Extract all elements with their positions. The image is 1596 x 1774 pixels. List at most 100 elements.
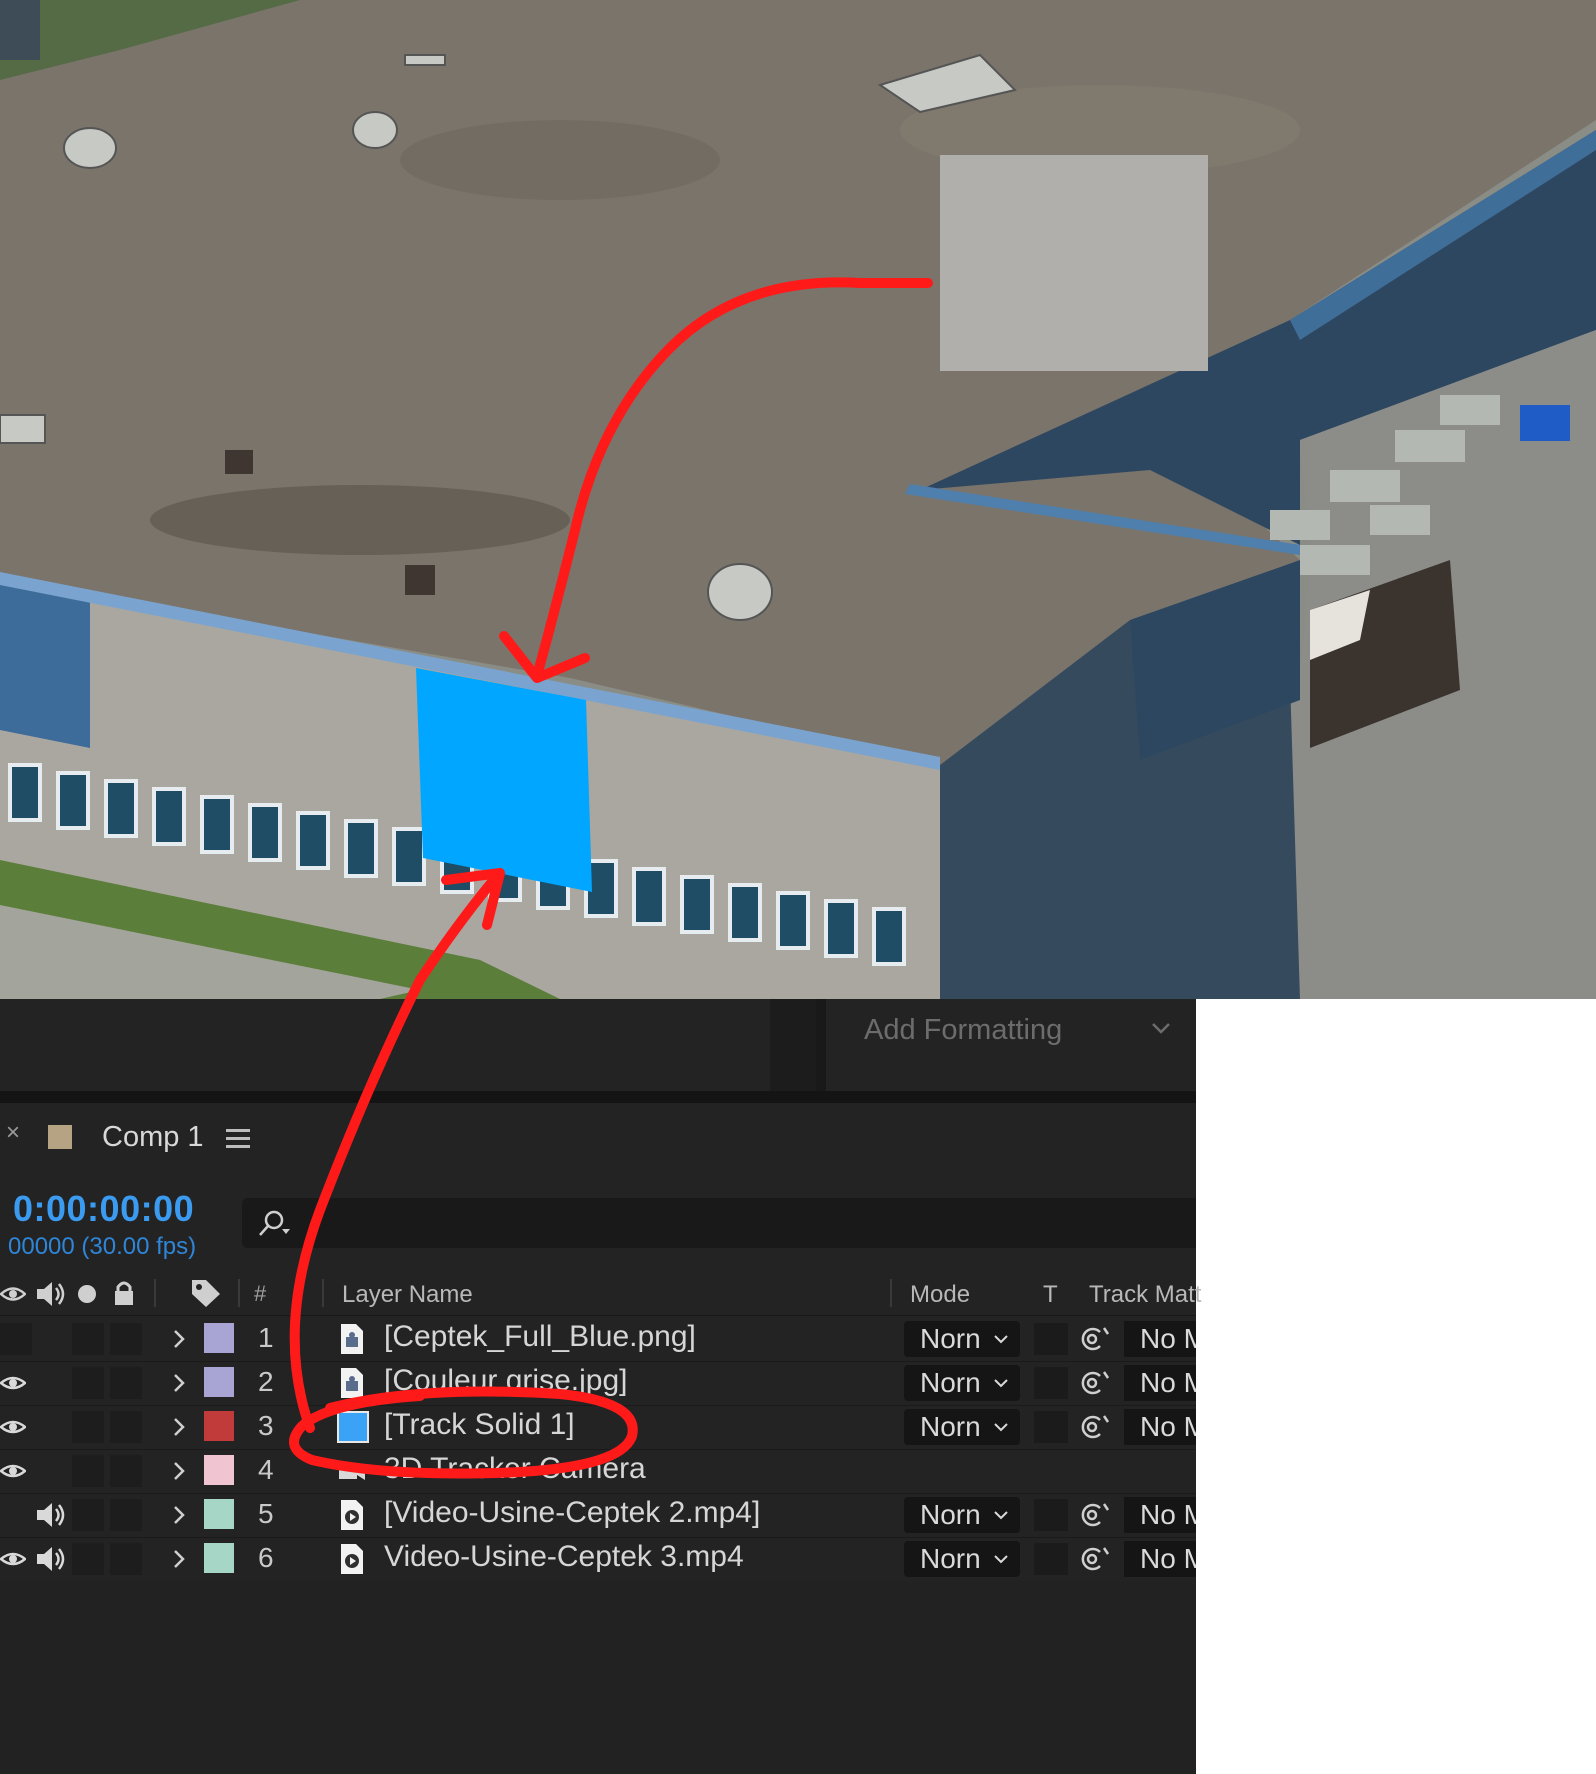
layer-row[interactable]: 3 [Track Solid 1] Norn No M [0, 1405, 1196, 1450]
column-separator[interactable] [154, 1279, 156, 1307]
composition-tab[interactable]: × Comp 1 [0, 1103, 1196, 1175]
blend-mode-value: Norn [920, 1367, 981, 1398]
lock-switch[interactable] [110, 1323, 142, 1355]
preserve-transparency-switch[interactable] [1034, 1323, 1068, 1355]
layer-row[interactable]: 5 [Video-Usine-Ceptek 2.mp4] Norn No M [0, 1493, 1196, 1538]
track-matte-dropdown[interactable]: No M [1124, 1365, 1196, 1401]
eye-icon[interactable] [0, 1550, 26, 1568]
blend-mode-value: Norn [920, 1323, 981, 1354]
track-matte-dropdown[interactable]: No M [1124, 1409, 1196, 1445]
blend-mode-dropdown[interactable]: Norn [904, 1409, 1020, 1445]
lock-switch[interactable] [110, 1367, 142, 1399]
lock-switch[interactable] [110, 1499, 142, 1531]
panel-menu-icon[interactable] [226, 1129, 250, 1149]
search-icon[interactable] [256, 1208, 292, 1240]
eye-icon[interactable] [0, 1462, 26, 1480]
preserve-transparency-switch[interactable] [1034, 1411, 1068, 1443]
layer-search-input[interactable] [242, 1198, 1196, 1248]
label-color-swatch[interactable] [204, 1543, 234, 1573]
chevron-down-icon [994, 1335, 1008, 1344]
layer-name[interactable]: 3D Tracker Camera [384, 1452, 646, 1486]
panel-separator[interactable] [0, 1091, 1196, 1103]
blend-mode-dropdown[interactable]: Norn [904, 1321, 1020, 1357]
pickwhip-icon[interactable] [1080, 1500, 1112, 1530]
lock-switch[interactable] [110, 1543, 142, 1575]
composition-viewer[interactable] [0, 0, 1596, 999]
timeline-empty-area[interactable] [0, 1581, 1196, 1774]
label-color-swatch[interactable] [204, 1455, 234, 1485]
chevron-right-icon[interactable] [170, 1459, 188, 1483]
label-tag-icon[interactable] [190, 1278, 222, 1308]
lock-switch[interactable] [110, 1411, 142, 1443]
layer-name[interactable]: Video-Usine-Ceptek 3.mp4 [384, 1540, 744, 1574]
layer-number-column[interactable]: # [254, 1281, 266, 1307]
lock-icon[interactable] [112, 1279, 136, 1307]
layer-number: 2 [258, 1366, 274, 1397]
track-matte-column[interactable]: Track Matt [1089, 1281, 1201, 1309]
solo-switch[interactable] [72, 1323, 104, 1355]
label-color-swatch[interactable] [204, 1367, 234, 1397]
comp-tab-title[interactable]: Comp 1 [102, 1121, 204, 1154]
preserve-transparency-switch[interactable] [1034, 1367, 1068, 1399]
layer-name-column[interactable]: Layer Name [342, 1281, 473, 1309]
audio-speaker-icon[interactable] [34, 1279, 68, 1309]
layer-number: 3 [258, 1410, 274, 1441]
layer-number: 4 [258, 1454, 274, 1485]
chevron-right-icon[interactable] [170, 1415, 188, 1439]
pickwhip-icon[interactable] [1080, 1412, 1112, 1442]
chevron-down-icon [994, 1511, 1008, 1520]
label-color-swatch[interactable] [204, 1499, 234, 1529]
layer-row[interactable]: 1 [Ceptek_Full_Blue.png] Norn No M [0, 1317, 1196, 1362]
video-file-icon [341, 1500, 363, 1530]
blend-mode-dropdown[interactable]: Norn [904, 1365, 1020, 1401]
pickwhip-icon[interactable] [1080, 1544, 1112, 1574]
close-icon[interactable]: × [6, 1121, 26, 1145]
layer-row[interactable]: 2 [Couleur grise.jpg] Norn No M [0, 1361, 1196, 1406]
blend-mode-dropdown[interactable]: Norn [904, 1541, 1020, 1577]
column-separator[interactable] [890, 1279, 892, 1307]
current-time-display[interactable]: 0:00:00:00 [13, 1188, 194, 1230]
label-color-swatch[interactable] [204, 1323, 234, 1353]
camera-icon [339, 1464, 365, 1480]
layer-row[interactable]: 6 Video-Usine-Ceptek 3.mp4 Norn No M [0, 1537, 1196, 1582]
layer-name[interactable]: [Video-Usine-Ceptek 2.mp4] [384, 1496, 760, 1530]
eye-icon[interactable] [0, 1374, 26, 1392]
label-color-swatch[interactable] [204, 1411, 234, 1441]
t-column[interactable]: T [1043, 1281, 1058, 1309]
mode-column[interactable]: Mode [910, 1281, 970, 1309]
preserve-transparency-switch[interactable] [1034, 1543, 1068, 1575]
solo-switch[interactable] [72, 1411, 104, 1443]
preserve-transparency-switch[interactable] [1034, 1499, 1068, 1531]
column-separator[interactable] [238, 1279, 240, 1307]
track-matte-dropdown[interactable]: No M [1124, 1321, 1196, 1357]
eye-icon[interactable] [0, 1418, 26, 1436]
layer-name[interactable]: [Couleur grise.jpg] [384, 1364, 627, 1398]
video-switch[interactable] [0, 1323, 32, 1355]
gray-image-layer [940, 155, 1208, 371]
chevron-right-icon[interactable] [170, 1371, 188, 1395]
pickwhip-icon[interactable] [1080, 1368, 1112, 1398]
chevron-right-icon[interactable] [170, 1327, 188, 1351]
layer-row[interactable]: 4 3D Tracker Camera [0, 1449, 1196, 1494]
solo-switch[interactable] [72, 1543, 104, 1575]
chevron-right-icon[interactable] [170, 1503, 188, 1527]
track-matte-dropdown[interactable]: No M [1124, 1497, 1196, 1533]
audio-speaker-icon[interactable] [34, 1499, 68, 1531]
layer-name[interactable]: [Track Solid 1] [384, 1408, 575, 1442]
audio-speaker-icon[interactable] [34, 1543, 68, 1575]
lock-switch[interactable] [110, 1455, 142, 1487]
layer-name[interactable]: [Ceptek_Full_Blue.png] [384, 1320, 696, 1354]
add-formatting-dropdown[interactable]: Add Formatting [864, 1013, 1174, 1047]
solo-switch[interactable] [72, 1367, 104, 1399]
pickwhip-icon[interactable] [1080, 1324, 1112, 1354]
visibility-eye-icon[interactable] [0, 1283, 26, 1305]
chevron-right-icon[interactable] [170, 1547, 188, 1571]
chevron-down-icon [994, 1555, 1008, 1564]
track-matte-dropdown[interactable]: No M [1124, 1541, 1196, 1577]
solo-switch[interactable] [72, 1499, 104, 1531]
blend-mode-dropdown[interactable]: Norn [904, 1497, 1020, 1533]
image-file-icon [341, 1368, 363, 1398]
solo-switch[interactable] [72, 1455, 104, 1487]
solo-dot-icon[interactable] [76, 1283, 98, 1305]
column-separator[interactable] [322, 1279, 324, 1307]
